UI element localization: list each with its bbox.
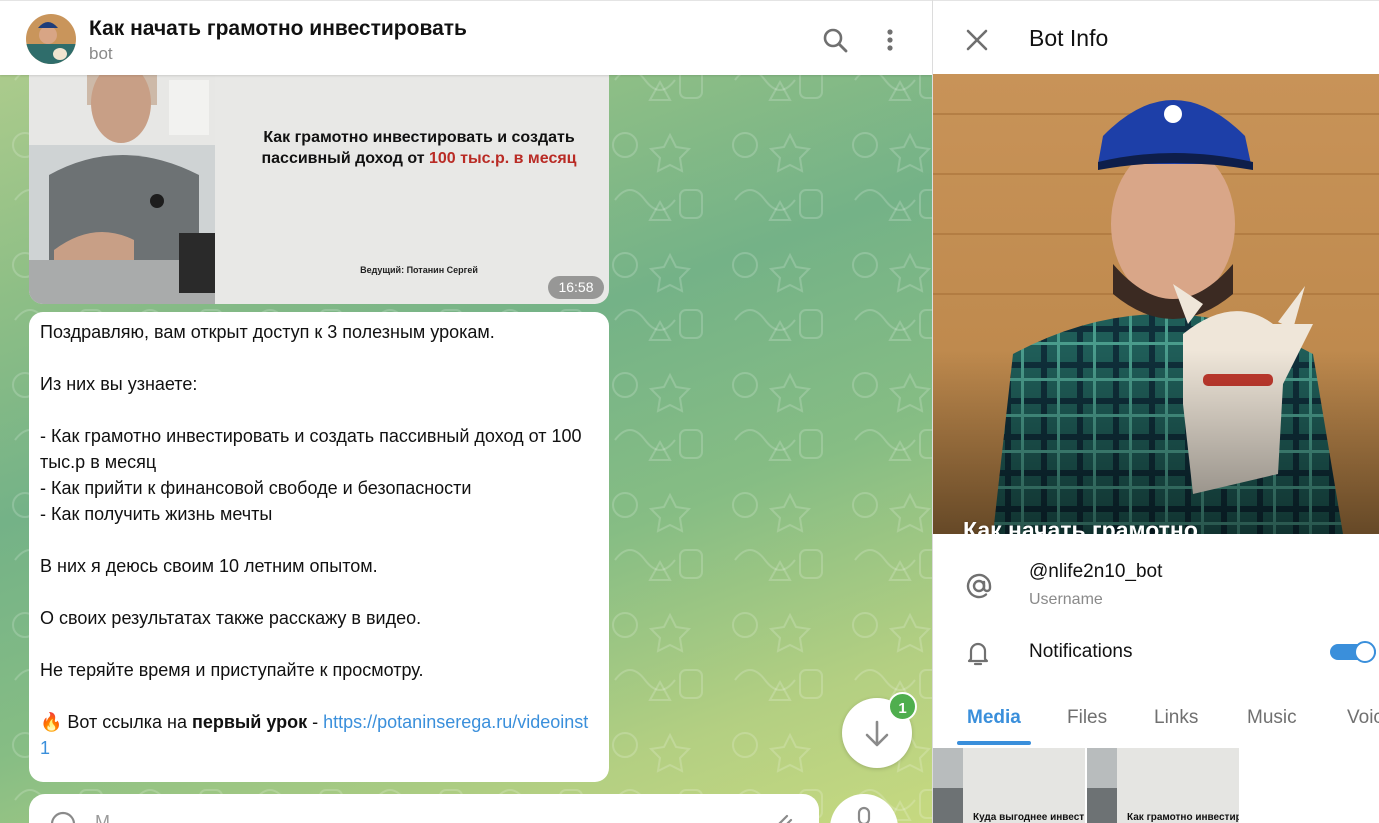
media-thumbnail-caption: Как грамотно инвестирова <box>1127 812 1239 823</box>
video-duration-badge: 16:58 <box>548 276 604 299</box>
at-icon <box>966 573 992 599</box>
video-slide-title: Как грамотно инвестировать и создать пас… <box>261 129 577 167</box>
tab-voice[interactable]: Voic <box>1347 707 1379 729</box>
search-icon <box>823 28 848 53</box>
toggle-knob <box>1354 641 1376 663</box>
message-bullet: - Как прийти к финансовой свободе и безо… <box>40 478 472 498</box>
tab-links[interactable]: Links <box>1154 707 1198 729</box>
media-thumbnail[interactable]: Куда выгоднее инвест <box>933 748 1085 823</box>
video-slide-host: Ведущий: Потанин Сергей <box>360 265 478 275</box>
message-link-line: 🔥 Вот ссылка на первый урок - https://po… <box>40 712 589 758</box>
info-title: Bot Info <box>1029 25 1109 51</box>
tab-media[interactable]: Media <box>967 707 1021 729</box>
media-thumbnail[interactable]: Как грамотно инвестирова <box>1087 748 1239 823</box>
message-line: О своих результатах также расскажу в вид… <box>40 608 422 628</box>
notifications-row[interactable]: Notifications <box>933 630 1379 676</box>
notifications-toggle[interactable] <box>1330 641 1376 663</box>
message-input[interactable]: M... <box>95 812 125 823</box>
more-vertical-icon <box>887 29 893 51</box>
chat-title[interactable]: Как начать грамотно инвестировать <box>89 17 467 41</box>
media-tabs: Media Files Links Music Voic <box>933 690 1379 748</box>
profile-photo-image <box>933 74 1379 534</box>
username-row[interactable]: @nlife2n10_bot Username <box>933 552 1379 618</box>
bell-icon <box>967 642 989 666</box>
message-line: Поздравляю, вам открыт доступ к 3 полезн… <box>40 322 495 342</box>
fire-emoji: 🔥 <box>40 712 63 732</box>
profile-photo[interactable]: Как начать грамотно инвестировать bot <box>933 74 1379 534</box>
more-menu-button[interactable] <box>876 23 904 57</box>
message-line: Не теряйте время и приступайте к просмот… <box>40 660 424 680</box>
media-grid: Куда выгоднее инвест Как грамотно инвест… <box>933 748 1379 823</box>
bot-info-panel: Bot Info Как начать грамотно @nlife2n10_… <box>932 0 1379 823</box>
message-line: В них я деюсь своим 10 летним опытом. <box>40 556 378 576</box>
tab-music[interactable]: Music <box>1247 707 1297 729</box>
chat-avatar[interactable] <box>26 14 76 64</box>
media-thumbnail-caption: Куда выгоднее инвест <box>973 812 1085 823</box>
close-button[interactable] <box>963 26 991 54</box>
chat-subtitle: bot <box>89 44 113 63</box>
profile-name: Как начать грамотно инвестировать <box>963 517 1198 534</box>
message-bullet: - Как грамотно инвестировать и создать п… <box>40 426 582 472</box>
tab-files[interactable]: Files <box>1067 707 1107 729</box>
username-value: @nlife2n10_bot <box>1029 561 1163 582</box>
active-tab-indicator <box>957 741 1031 745</box>
username-label: Username <box>1029 591 1103 608</box>
microphone-button[interactable] <box>830 794 898 823</box>
chat-area: Как начать грамотно инвестировать bot Ка… <box>0 0 932 823</box>
unread-count-badge: 1 <box>888 692 917 721</box>
search-button[interactable] <box>818 23 852 57</box>
close-icon <box>966 29 988 51</box>
emoji-icon[interactable] <box>49 810 77 823</box>
video-message[interactable]: Как грамотно инвестировать и создать пас… <box>29 75 609 304</box>
microphone-icon <box>857 806 871 823</box>
paperclip-icon[interactable] <box>767 808 797 823</box>
info-header: Bot Info <box>933 0 1379 74</box>
text-message: Поздравляю, вам открыт доступ к 3 полезн… <box>29 312 609 782</box>
notifications-label: Notifications <box>1029 641 1133 662</box>
video-presenter-thumbnail <box>29 75 215 304</box>
message-bullet: - Как получить жизнь мечты <box>40 504 273 524</box>
message-line: Из них вы узнаете: <box>40 374 198 394</box>
chat-header: Как начать грамотно инвестировать bot <box>0 0 932 75</box>
message-composer[interactable]: M... <box>29 794 819 823</box>
